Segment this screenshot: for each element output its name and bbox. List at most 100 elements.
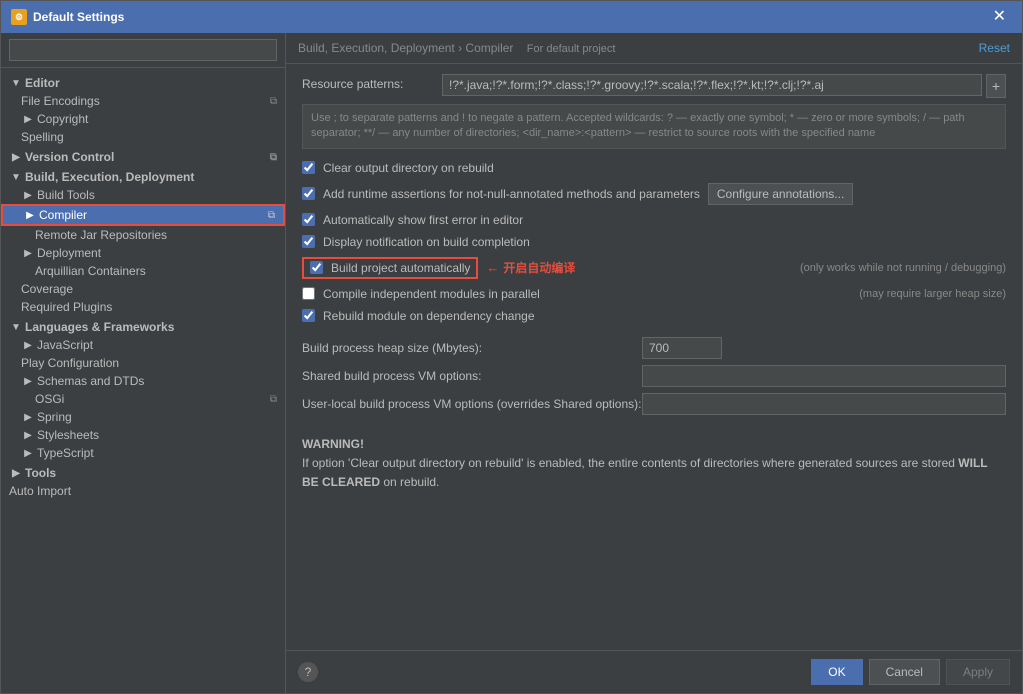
annotation-text: 开启自动编译 bbox=[503, 259, 575, 276]
expand-arrow-copyright: ▶ bbox=[21, 112, 35, 126]
display-notification-label: Display notification on build completion bbox=[323, 235, 530, 249]
heap-size-row: Build process heap size (Mbytes): bbox=[302, 337, 1006, 359]
shared-vm-label: Shared build process VM options: bbox=[302, 369, 642, 383]
main-panel: Build, Execution, Deployment › Compiler … bbox=[286, 33, 1022, 693]
dialog: ⚙ Default Settings ✕ ▼ Editor File Encod… bbox=[0, 0, 1023, 694]
expand-arrow-vc: ▶ bbox=[9, 150, 23, 164]
sidebar-item-copyright[interactable]: ▶ Copyright bbox=[1, 110, 285, 128]
help-icon[interactable]: ? bbox=[298, 662, 318, 682]
sidebar-item-play-configuration[interactable]: Play Configuration bbox=[1, 354, 285, 372]
expand-arrow-lang: ▼ bbox=[9, 320, 23, 334]
resource-patterns-input[interactable] bbox=[442, 74, 982, 96]
expand-arrow-bed: ▼ bbox=[9, 170, 23, 184]
apply-button[interactable]: Apply bbox=[946, 659, 1010, 685]
tree: ▼ Editor File Encodings ⧉ ▶ Copyright Sp… bbox=[1, 68, 285, 693]
breadcrumb-note: For default project bbox=[527, 43, 616, 55]
add-pattern-button[interactable]: + bbox=[986, 74, 1006, 98]
sidebar-item-languages[interactable]: ▼ Languages & Frameworks bbox=[1, 316, 285, 336]
bottom-left: ? bbox=[298, 662, 318, 682]
build-auto-label: Build project automatically bbox=[331, 261, 470, 275]
bottom-bar: ? OK Cancel Apply bbox=[286, 650, 1022, 693]
resource-patterns-row: Resource patterns: + bbox=[302, 74, 1006, 98]
clear-output-checkbox[interactable] bbox=[302, 161, 315, 174]
breadcrumb-path: Build, Execution, Deployment › Compiler bbox=[298, 41, 513, 55]
copy-icon-vc: ⧉ bbox=[270, 152, 277, 163]
search-input[interactable] bbox=[9, 39, 277, 61]
sidebar-item-spring[interactable]: ▶ Spring bbox=[1, 408, 285, 426]
display-notification-row: Display notification on build completion bbox=[302, 233, 1006, 251]
sidebar-item-osgi[interactable]: OSGi ⧉ bbox=[1, 390, 285, 408]
sidebar-item-required-plugins[interactable]: Required Plugins bbox=[1, 298, 285, 316]
rebuild-row: Rebuild module on dependency change bbox=[302, 307, 1006, 325]
sidebar-item-editor[interactable]: ▼ Editor bbox=[1, 72, 285, 92]
sidebar-item-javascript[interactable]: ▶ JavaScript bbox=[1, 336, 285, 354]
main-header: Build, Execution, Deployment › Compiler … bbox=[286, 33, 1022, 64]
sidebar-item-spelling[interactable]: Spelling bbox=[1, 128, 285, 146]
expand-arrow-deployment: ▶ bbox=[21, 246, 35, 260]
runtime-assertions-checkbox[interactable] bbox=[302, 187, 315, 200]
expand-arrow-compiler: ▶ bbox=[23, 208, 37, 222]
build-auto-row: Build project automatically ← 开启自动编译 (on… bbox=[302, 255, 1006, 281]
sidebar-item-tools[interactable]: ▶ Tools bbox=[1, 462, 285, 482]
copy-icon: ⧉ bbox=[270, 96, 277, 107]
sidebar-item-build-tools[interactable]: ▶ Build Tools bbox=[1, 186, 285, 204]
expand-arrow-js: ▶ bbox=[21, 338, 35, 352]
close-button[interactable]: ✕ bbox=[987, 7, 1012, 27]
build-auto-note: (only works while not running / debuggin… bbox=[780, 262, 1006, 274]
sidebar-item-arquillian[interactable]: Arquillian Containers bbox=[1, 262, 285, 280]
search-box bbox=[1, 33, 285, 68]
sidebar-item-auto-import[interactable]: Auto Import bbox=[1, 482, 285, 500]
user-local-vm-input[interactable] bbox=[642, 393, 1006, 415]
sidebar-item-remote-jar[interactable]: Remote Jar Repositories bbox=[1, 226, 285, 244]
expand-arrow-spring: ▶ bbox=[21, 410, 35, 424]
configure-annotations-button[interactable]: Configure annotations... bbox=[708, 183, 853, 205]
sidebar-item-schemas-dtds[interactable]: ▶ Schemas and DTDs bbox=[1, 372, 285, 390]
sidebar-item-stylesheets[interactable]: ▶ Stylesheets bbox=[1, 426, 285, 444]
heap-size-label: Build process heap size (Mbytes): bbox=[302, 341, 642, 355]
reset-link[interactable]: Reset bbox=[979, 41, 1010, 55]
expand-arrow-tools: ▶ bbox=[9, 466, 23, 480]
help-text: Use ; to separate patterns and ! to nega… bbox=[302, 104, 1006, 149]
rebuild-label: Rebuild module on dependency change bbox=[323, 309, 535, 323]
show-first-error-checkbox[interactable] bbox=[302, 213, 315, 226]
annotation-arrow: ← 开启自动编译 bbox=[486, 259, 575, 276]
clear-output-label: Clear output directory on rebuild bbox=[323, 161, 494, 175]
copy-icon-osgi: ⧉ bbox=[270, 394, 277, 405]
resource-patterns-label: Resource patterns: bbox=[302, 74, 442, 91]
display-notification-checkbox[interactable] bbox=[302, 235, 315, 248]
runtime-assertions-label: Add runtime assertions for not-null-anno… bbox=[323, 187, 700, 201]
warning-box: WARNING! If option 'Clear output directo… bbox=[302, 435, 1006, 493]
sidebar-item-typescript[interactable]: ▶ TypeScript bbox=[1, 444, 285, 462]
ok-button[interactable]: OK bbox=[811, 659, 862, 685]
sidebar-item-file-encodings[interactable]: File Encodings ⧉ bbox=[1, 92, 285, 110]
expand-arrow-editor: ▼ bbox=[9, 76, 23, 90]
user-local-vm-row: User-local build process VM options (ove… bbox=[302, 393, 1006, 415]
sidebar-item-build-execution[interactable]: ▼ Build, Execution, Deployment bbox=[1, 166, 285, 186]
compile-parallel-label: Compile independent modules in parallel bbox=[323, 287, 540, 301]
copy-icon-compiler: ⧉ bbox=[268, 210, 275, 221]
heap-size-input[interactable] bbox=[642, 337, 722, 359]
sidebar-item-coverage[interactable]: Coverage bbox=[1, 280, 285, 298]
sidebar-item-compiler[interactable]: ▶ Compiler ⧉ bbox=[1, 204, 285, 226]
user-local-vm-label: User-local build process VM options (ove… bbox=[302, 397, 642, 411]
show-first-error-row: Automatically show first error in editor bbox=[302, 211, 1006, 229]
show-first-error-label: Automatically show first error in editor bbox=[323, 213, 523, 227]
expand-arrow-stylesheets: ▶ bbox=[21, 428, 35, 442]
build-auto-checkbox[interactable] bbox=[310, 261, 323, 274]
rebuild-checkbox[interactable] bbox=[302, 309, 315, 322]
expand-arrow-typescript: ▶ bbox=[21, 446, 35, 460]
compile-parallel-row: Compile independent modules in parallel … bbox=[302, 285, 1006, 303]
title-bar: ⚙ Default Settings ✕ bbox=[1, 1, 1022, 33]
cancel-button[interactable]: Cancel bbox=[869, 659, 940, 685]
sidebar-item-version-control[interactable]: ▶ Version Control ⧉ bbox=[1, 146, 285, 166]
bottom-buttons: OK Cancel Apply bbox=[811, 659, 1010, 685]
build-auto-wrap: Build project automatically bbox=[302, 257, 478, 279]
sidebar-item-deployment[interactable]: ▶ Deployment bbox=[1, 244, 285, 262]
compile-parallel-checkbox[interactable] bbox=[302, 287, 315, 300]
sidebar: ▼ Editor File Encodings ⧉ ▶ Copyright Sp… bbox=[1, 33, 286, 693]
app-icon: ⚙ bbox=[11, 9, 27, 25]
shared-vm-input[interactable] bbox=[642, 365, 1006, 387]
main-content: Resource patterns: + Use ; to separate p… bbox=[286, 64, 1022, 650]
clear-output-row: Clear output directory on rebuild bbox=[302, 159, 1006, 177]
shared-vm-row: Shared build process VM options: bbox=[302, 365, 1006, 387]
